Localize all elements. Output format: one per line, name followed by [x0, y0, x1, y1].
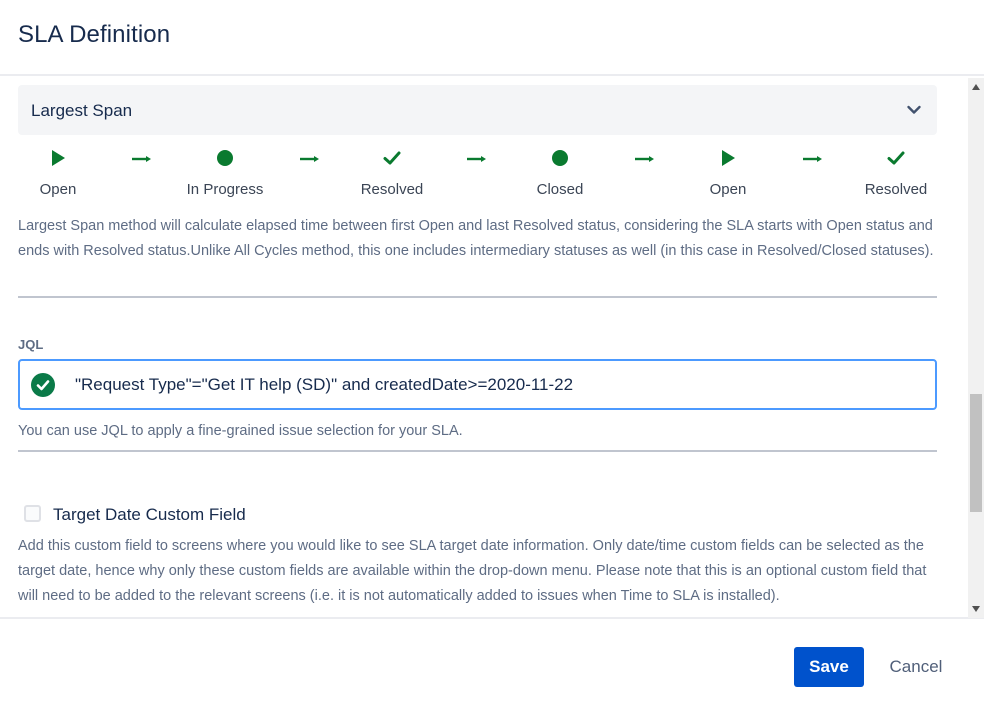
flow-step-label: Open [39, 181, 77, 198]
dialog-title: SLA Definition [18, 21, 171, 48]
chevron-down-icon [907, 105, 921, 114]
jql-label: JQL [18, 337, 44, 352]
play-icon [52, 150, 65, 166]
jql-input[interactable]: "Request Type"="Get IT help (SD)" and cr… [18, 359, 937, 410]
arrow-right-icon [635, 156, 654, 162]
check-icon [887, 151, 905, 165]
scroll-down-icon[interactable] [972, 606, 980, 612]
flow-step-label: In Progress [186, 181, 264, 198]
cancel-button[interactable]: Cancel [876, 647, 956, 687]
save-button[interactable]: Save [794, 647, 864, 687]
span-method-selected-value: Largest Span [31, 101, 133, 120]
flow-step-label: Open [709, 181, 747, 198]
arrow-right-icon [132, 156, 151, 162]
scrollbar[interactable] [968, 78, 984, 618]
dialog-body: Largest Span Open In Progress Resolved C… [0, 78, 984, 618]
arrow-right-icon [300, 156, 319, 162]
flow-step-resolved: Resolved [841, 148, 951, 198]
target-date-checkbox[interactable] [24, 505, 41, 522]
play-icon [722, 150, 735, 166]
flow-step-in-progress: In Progress [170, 148, 280, 198]
flow-step-closed: Closed [505, 148, 615, 198]
circle-icon [552, 150, 568, 166]
flow-step-open: Open [3, 148, 113, 198]
divider [18, 296, 937, 298]
arrow-right-icon [467, 156, 486, 162]
flow-step-label: Resolved [360, 181, 424, 198]
flow-step-open: Open [673, 148, 783, 198]
target-date-description: Add this custom field to screens where y… [18, 538, 927, 604]
scrollbar-thumb[interactable] [970, 394, 982, 512]
circle-icon [217, 150, 233, 166]
check-icon [383, 151, 401, 165]
check-circle-icon [31, 373, 55, 397]
jql-help-text: You can use JQL to apply a fine-grained … [18, 423, 463, 439]
dialog-header: SLA Definition [0, 0, 984, 76]
target-date-checkbox-label[interactable]: Target Date Custom Field [53, 505, 246, 525]
divider [18, 450, 937, 452]
jql-value: "Request Type"="Get IT help (SD)" and cr… [75, 375, 574, 394]
flow-step-label: Resolved [864, 181, 928, 198]
arrow-right-icon [803, 156, 822, 162]
span-method-select[interactable]: Largest Span [18, 85, 937, 135]
footer-divider [0, 617, 984, 619]
status-flow: Open In Progress Resolved Closed Open Re… [0, 148, 984, 208]
span-method-description: Largest Span method will calculate elaps… [18, 218, 934, 259]
flow-step-label: Closed [536, 181, 584, 198]
flow-step-resolved: Resolved [337, 148, 447, 198]
scroll-up-icon[interactable] [972, 84, 980, 90]
